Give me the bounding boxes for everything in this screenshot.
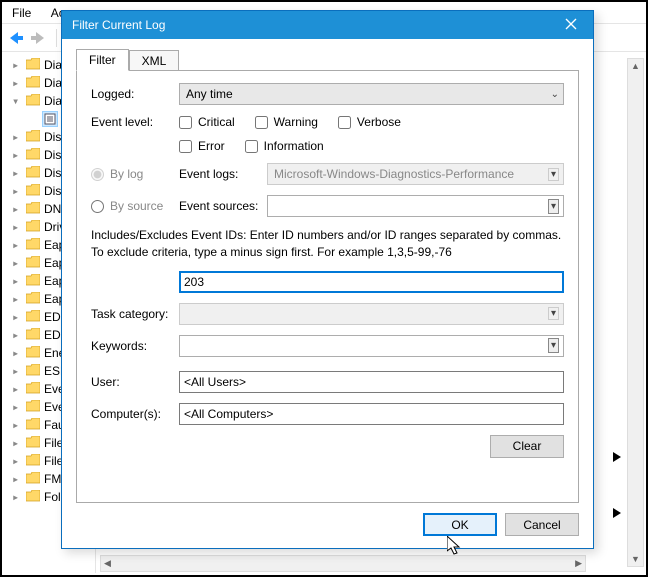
folder-icon — [26, 256, 44, 271]
folder-icon — [26, 220, 44, 235]
chevron-down-icon: ▾ — [548, 338, 559, 353]
toolbar-divider — [56, 29, 57, 47]
folder-icon — [26, 472, 44, 487]
folder-icon — [26, 76, 44, 91]
ok-button[interactable]: OK — [423, 513, 497, 536]
nav-forward-icon[interactable] — [30, 30, 50, 46]
close-icon — [565, 18, 577, 33]
folder-icon — [26, 292, 44, 307]
event-level-label: Event level: — [91, 115, 179, 129]
folder-icon — [26, 310, 44, 325]
folder-icon — [26, 328, 44, 343]
checkbox-warning[interactable]: Warning — [255, 115, 318, 129]
dialog-body: Filter XML Logged: Any time ⌄ Event leve… — [62, 39, 593, 548]
folder-icon — [26, 418, 44, 433]
checkbox-verbose[interactable]: Verbose — [338, 115, 401, 129]
folder-icon — [26, 364, 44, 379]
scroll-down-icon[interactable]: ▼ — [631, 554, 640, 564]
menu-file[interactable]: File — [4, 2, 39, 24]
dialog-title: Filter Current Log — [72, 18, 165, 32]
folder-icon — [26, 148, 44, 163]
event-sources-dropdown[interactable]: ▾ — [267, 195, 564, 217]
checkbox-critical[interactable]: Critical — [179, 115, 235, 129]
horizontal-scrollbar[interactable]: ◀ ▶ — [100, 555, 586, 572]
tree-item-label: Dia — [44, 94, 62, 108]
logged-dropdown[interactable]: Any time ⌄ — [179, 83, 564, 105]
tab-pane-filter: Logged: Any time ⌄ Event level: Critical… — [76, 70, 579, 503]
tree-item-label: Fol — [44, 490, 61, 504]
radio-by-log: By log — [91, 167, 179, 181]
log-icon — [42, 111, 58, 127]
keywords-label: Keywords: — [91, 339, 179, 353]
tab-filter[interactable]: Filter — [76, 49, 129, 71]
keywords-dropdown[interactable]: ▾ — [179, 335, 564, 357]
tabstrip: Filter XML — [76, 47, 579, 71]
close-button[interactable] — [549, 11, 593, 39]
event-logs-dropdown: Microsoft-Windows-Diagnostics-Performanc… — [267, 163, 564, 185]
task-category-label: Task category: — [91, 307, 179, 321]
overflow-chevron-icon[interactable] — [610, 450, 624, 464]
vertical-scrollbar[interactable]: ▲ ▼ — [627, 58, 644, 567]
chevron-down-icon: ▾ — [548, 168, 559, 181]
clear-button[interactable]: Clear — [490, 435, 564, 458]
folder-icon — [26, 382, 44, 397]
folder-icon — [26, 400, 44, 415]
folder-icon — [26, 436, 44, 451]
user-label: User: — [91, 375, 179, 389]
scroll-right-icon[interactable]: ▶ — [575, 558, 582, 569]
folder-icon — [26, 238, 44, 253]
user-input[interactable] — [179, 371, 564, 393]
tab-xml[interactable]: XML — [129, 50, 180, 71]
folder-icon — [26, 130, 44, 145]
folder-icon — [26, 454, 44, 469]
computers-input[interactable] — [179, 403, 564, 425]
logged-label: Logged: — [91, 87, 179, 101]
chevron-down-icon: ▾ — [548, 307, 559, 320]
chevron-down-icon: ▾ — [548, 199, 559, 214]
cancel-button[interactable]: Cancel — [505, 513, 579, 536]
folder-icon — [26, 202, 44, 217]
dialog-button-row: OK Cancel — [76, 513, 579, 536]
event-viewer-window: File Ac ▸Dia▸Dia▾Dia ▸Disk▸Disk▸Disk▸Dis… — [0, 0, 648, 577]
folder-icon — [26, 346, 44, 361]
checkbox-information[interactable]: Information — [245, 139, 324, 153]
event-logs-label: Event logs: — [179, 167, 267, 181]
event-id-input[interactable] — [179, 271, 564, 293]
event-sources-label: Event sources: — [179, 199, 267, 213]
event-logs-value: Microsoft-Windows-Diagnostics-Performanc… — [274, 167, 514, 181]
dialog-titlebar: Filter Current Log — [62, 11, 593, 39]
folder-icon — [26, 58, 44, 73]
folder-icon — [26, 490, 44, 505]
logged-value: Any time — [186, 87, 233, 101]
scroll-left-icon[interactable]: ◀ — [104, 558, 111, 569]
computers-label: Computer(s): — [91, 407, 179, 421]
scroll-up-icon[interactable]: ▲ — [631, 61, 640, 71]
filter-current-log-dialog: Filter Current Log Filter XML Logged: An… — [61, 10, 594, 549]
event-id-instructions: Includes/Excludes Event IDs: Enter ID nu… — [91, 227, 564, 261]
tree-item-label: Dia — [44, 58, 62, 72]
folder-icon — [26, 166, 44, 181]
tree-item-label: Dia — [44, 76, 62, 90]
checkbox-error[interactable]: Error — [179, 139, 225, 153]
nav-back-icon[interactable] — [6, 30, 26, 46]
overflow-chevron-icon[interactable] — [610, 506, 624, 520]
folder-icon — [26, 94, 44, 109]
folder-icon — [26, 274, 44, 289]
radio-by-source[interactable]: By source — [91, 199, 179, 213]
task-category-dropdown: ▾ — [179, 303, 564, 325]
folder-icon — [26, 184, 44, 199]
chevron-down-icon: ⌄ — [551, 89, 559, 100]
